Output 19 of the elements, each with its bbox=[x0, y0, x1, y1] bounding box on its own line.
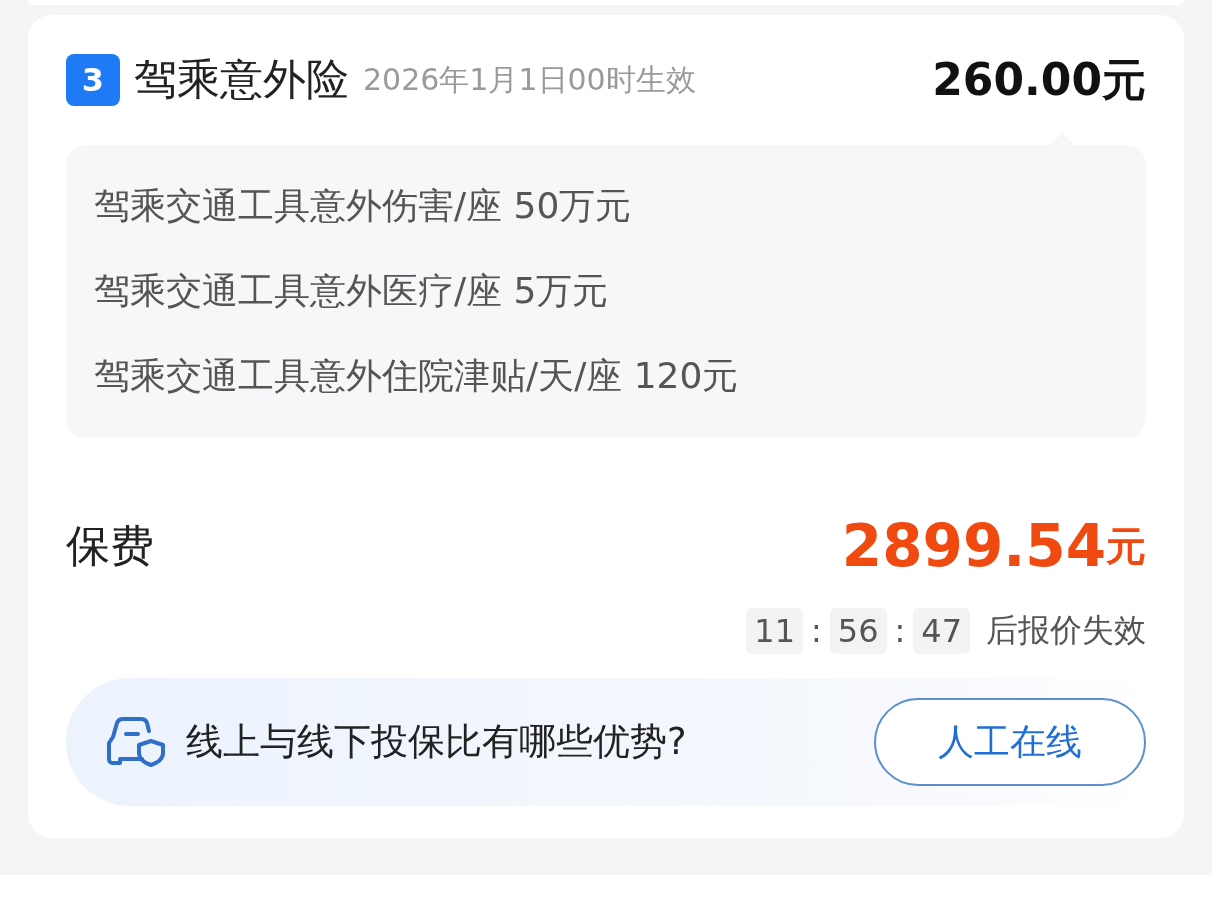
premium-label: 保费 bbox=[66, 518, 154, 573]
number-badge: 3 bbox=[66, 54, 120, 106]
countdown-digits: 47 bbox=[913, 608, 970, 654]
help-question: 线上与线下投保比有哪些优势? bbox=[186, 719, 687, 765]
online-agent-button[interactable]: 人工在线 bbox=[874, 698, 1146, 786]
countdown-digits: 11 bbox=[746, 608, 803, 654]
premium-unit: 元 bbox=[1106, 521, 1146, 571]
effective-date: 2026年1月1日00时生效 bbox=[363, 60, 696, 99]
expiry-note: 后报价失效 bbox=[986, 610, 1146, 651]
time-separator: : bbox=[811, 612, 822, 650]
car-shield-icon bbox=[106, 717, 166, 767]
coverage-line: 驾乘交通工具意外医疗/座 5万元 bbox=[94, 269, 610, 313]
countdown-digits: 56 bbox=[829, 608, 887, 654]
coverage-line: 驾乘交通工具意外住院津贴/天/座 120元 bbox=[94, 354, 740, 398]
time-separator: : bbox=[894, 612, 906, 650]
premium-amount: 2899.54 bbox=[841, 512, 1106, 580]
plan-price: 260.00元 bbox=[932, 52, 1146, 107]
coverage-line: 驾乘交通工具意外伤害/座 50万元 bbox=[94, 184, 633, 228]
plan-name: 驾乘意外险 bbox=[134, 53, 349, 106]
